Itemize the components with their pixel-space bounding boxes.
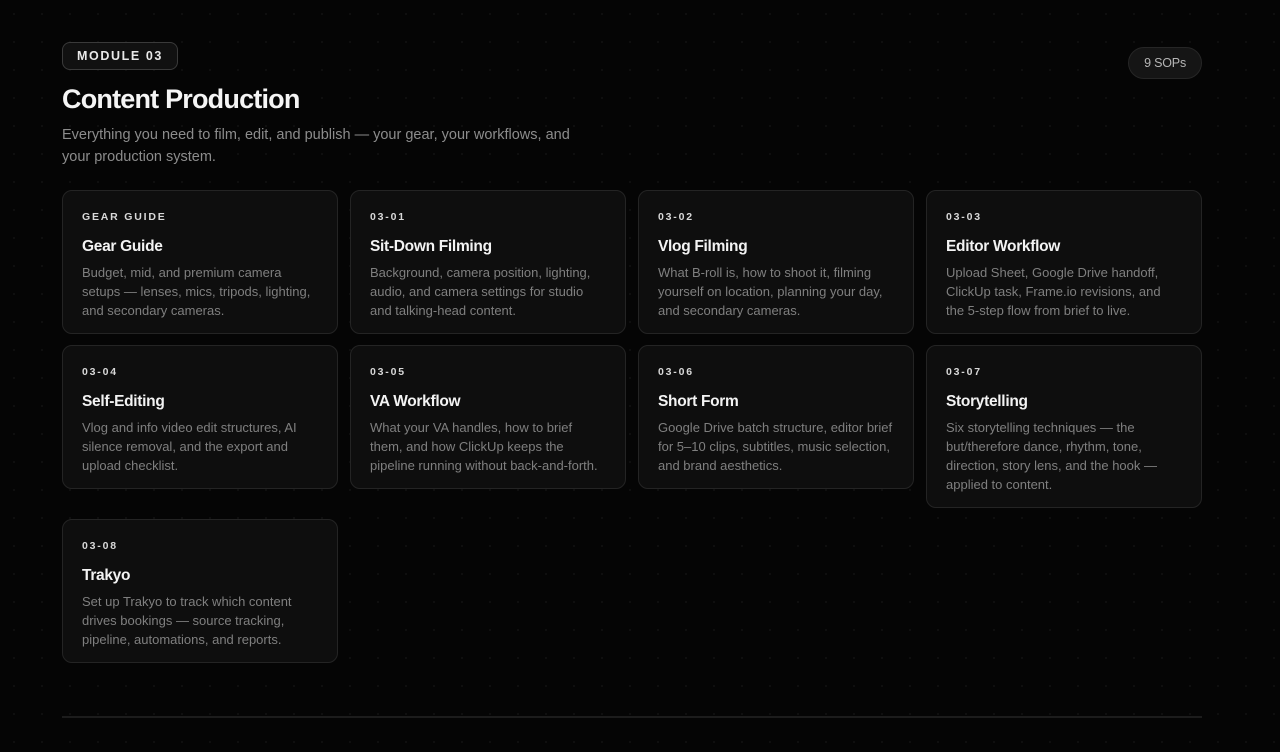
card-description: Six storytelling techniques — the but/th… xyxy=(946,420,1158,492)
card-code: 03-04 xyxy=(82,366,118,378)
card-code: 03-05 xyxy=(370,366,406,378)
module-page: MODULE 03 9 SOPs Content Production Ever… xyxy=(62,42,1202,752)
sop-card-trakyo[interactable]: 03-08 Trakyo Set up Trakyo to track whic… xyxy=(62,519,338,663)
card-code: 03-01 xyxy=(370,211,406,223)
card-description: Set up Trakyo to track which content dri… xyxy=(82,594,292,647)
footer-divider xyxy=(62,716,1202,718)
sop-card-self-editing[interactable]: 03-04 Self-Editing Vlog and info video e… xyxy=(62,345,338,489)
sop-card-editor-workflow[interactable]: 03-03 Editor Workflow Upload Sheet, Goog… xyxy=(926,190,1202,334)
card-description: Background, camera position, lighting, a… xyxy=(370,265,591,318)
sop-card-vlog-filming[interactable]: 03-02 Vlog Filming What B-roll is, how t… xyxy=(638,190,914,334)
card-code: 03-02 xyxy=(658,211,694,223)
card-code: 03-08 xyxy=(82,540,118,552)
card-code: 03-06 xyxy=(658,366,694,378)
sop-card-sit-down-filming[interactable]: 03-01 Sit-Down Filming Background, camer… xyxy=(350,190,626,334)
card-description: Upload Sheet, Google Drive handoff, Clic… xyxy=(946,265,1161,318)
sop-card-gear-guide[interactable]: GEAR GUIDE Gear Guide Budget, mid, and p… xyxy=(62,190,338,334)
sop-card-storytelling[interactable]: 03-07 Storytelling Six storytelling tech… xyxy=(926,345,1202,508)
card-description: What B-roll is, how to shoot it, filming… xyxy=(658,265,883,318)
card-title: Short Form xyxy=(658,393,739,410)
card-title: Storytelling xyxy=(946,393,1028,410)
card-code: 03-07 xyxy=(946,366,982,378)
sop-count-badge: 9 SOPs xyxy=(1128,47,1202,79)
card-description: What your VA handles, how to brief them,… xyxy=(370,420,598,473)
card-title: Editor Workflow xyxy=(946,238,1061,255)
card-title: Vlog Filming xyxy=(658,238,748,255)
card-description: Budget, mid, and premium camera setups —… xyxy=(82,265,311,318)
card-description: Google Drive batch structure, editor bri… xyxy=(658,420,893,473)
card-title: Sit-Down Filming xyxy=(370,238,492,255)
card-description: Vlog and info video edit structures, AI … xyxy=(82,420,297,473)
module-badge: MODULE 03 xyxy=(62,42,178,70)
card-title: Trakyo xyxy=(82,567,131,584)
sop-card-va-workflow[interactable]: 03-05 VA Workflow What your VA handles, … xyxy=(350,345,626,489)
card-code: 03-03 xyxy=(946,211,982,223)
card-code: GEAR GUIDE xyxy=(82,211,167,223)
page-description: Everything you need to film, edit, and p… xyxy=(62,127,570,165)
page-title: Content Production xyxy=(62,84,300,114)
card-title: Self-Editing xyxy=(82,393,165,410)
sop-card-short-form[interactable]: 03-06 Short Form Google Drive batch stru… xyxy=(638,345,914,489)
card-title: Gear Guide xyxy=(82,238,163,255)
card-title: VA Workflow xyxy=(370,393,461,410)
